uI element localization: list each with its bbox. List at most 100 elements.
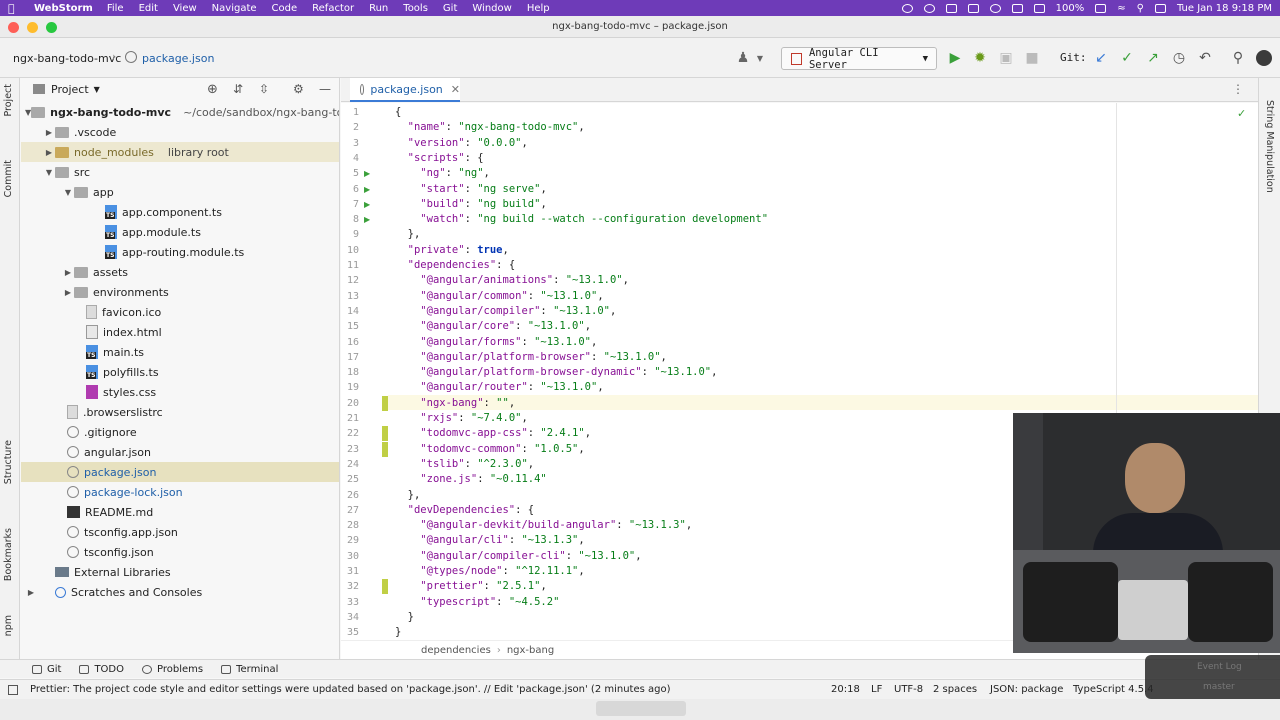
- tree-item-file[interactable]: app.module.ts: [21, 222, 339, 242]
- line-number[interactable]: 26: [341, 488, 359, 503]
- line-number[interactable]: 8: [341, 212, 359, 227]
- chevron-right-icon[interactable]: ▶: [62, 288, 74, 297]
- line-number[interactable]: 1: [341, 105, 359, 120]
- run-configuration-select[interactable]: Angular CLI Server ▼: [781, 47, 937, 71]
- search-icon[interactable]: ⚲: [1137, 3, 1144, 14]
- line-number[interactable]: 15: [341, 319, 359, 334]
- tree-item-file[interactable]: tsconfig.json: [21, 542, 339, 562]
- menu-view[interactable]: View: [173, 3, 197, 14]
- menu-code[interactable]: Code: [272, 3, 298, 14]
- expand-all-icon[interactable]: ⇵: [233, 82, 243, 96]
- menu-edit[interactable]: Edit: [139, 3, 158, 14]
- tree-item-file[interactable]: main.ts: [21, 342, 339, 362]
- run-script-icon[interactable]: ▶: [364, 215, 370, 224]
- project-view-select[interactable]: Project: [51, 83, 89, 96]
- line-number[interactable]: 33: [341, 595, 359, 610]
- battery-icon[interactable]: [1095, 3, 1107, 13]
- structure-tool-tab[interactable]: Structure: [3, 440, 14, 484]
- event-log-label[interactable]: Event Log: [1197, 662, 1242, 672]
- line-number[interactable]: 25: [341, 472, 359, 487]
- bookmarks-tool-tab[interactable]: Bookmarks: [3, 528, 14, 581]
- breadcrumb-dependencies[interactable]: dependencies: [421, 645, 491, 656]
- line-number[interactable]: 5: [341, 166, 359, 181]
- line-number[interactable]: 28: [341, 518, 359, 533]
- change-marker[interactable]: [382, 426, 388, 442]
- npm-tool-tab[interactable]: npm: [3, 615, 14, 636]
- stop-icon[interactable]: ■: [1024, 50, 1040, 66]
- gear-icon[interactable]: ⚙: [293, 82, 304, 96]
- breadcrumb-file[interactable]: package.json: [142, 52, 214, 65]
- indent-setting[interactable]: 2 spaces: [933, 684, 977, 695]
- dock-apps[interactable]: [596, 701, 686, 716]
- git-branch-label[interactable]: master: [1203, 682, 1235, 692]
- file-encoding[interactable]: UTF-8: [894, 684, 923, 695]
- line-number[interactable]: 27: [341, 503, 359, 518]
- line-number[interactable]: 3: [341, 136, 359, 151]
- menu-refactor[interactable]: Refactor: [312, 3, 354, 14]
- tree-item-file[interactable]: index.html: [21, 322, 339, 342]
- chevron-down-icon[interactable]: ▼: [94, 85, 100, 94]
- search-everywhere-icon[interactable]: ⚲: [1230, 50, 1246, 66]
- breadcrumb-ngx-bang[interactable]: ngx-bang: [507, 645, 554, 656]
- run-script-icon[interactable]: ▶: [364, 185, 370, 194]
- line-number[interactable]: 23: [341, 442, 359, 457]
- commit-tool-tab[interactable]: Commit: [3, 160, 14, 197]
- line-number[interactable]: 6: [341, 182, 359, 197]
- chevron-down-icon[interactable]: ▼: [752, 50, 768, 66]
- menu-tools[interactable]: Tools: [403, 3, 428, 14]
- push-icon[interactable]: ↗: [1145, 50, 1161, 66]
- more-options-icon[interactable]: ⋮: [1232, 82, 1244, 96]
- flag-icon[interactable]: [1033, 3, 1045, 13]
- change-marker[interactable]: [382, 395, 388, 411]
- line-number[interactable]: 30: [341, 549, 359, 564]
- panel-toggle-icon[interactable]: [8, 684, 18, 695]
- tree-item-vscode[interactable]: ▶ .vscode: [21, 122, 339, 142]
- chevron-right-icon[interactable]: ▶: [43, 148, 55, 157]
- line-number[interactable]: 34: [341, 610, 359, 625]
- no-problems-icon[interactable]: ✓: [1237, 107, 1246, 120]
- account-avatar[interactable]: [1256, 50, 1272, 66]
- collapse-all-icon[interactable]: ⇳: [259, 82, 269, 96]
- line-number[interactable]: 18: [341, 365, 359, 380]
- run-icon[interactable]: ▶: [947, 50, 963, 66]
- breadcrumb-project[interactable]: ngx-bang-todo-mvc: [13, 52, 121, 65]
- line-number[interactable]: 22: [341, 426, 359, 441]
- line-number[interactable]: 14: [341, 304, 359, 319]
- status-message[interactable]: Prettier: The project code style and edi…: [30, 684, 671, 695]
- control-center-icon[interactable]: [1154, 3, 1166, 13]
- tree-item-external-libraries[interactable]: External Libraries: [21, 562, 339, 582]
- history-icon[interactable]: ◷: [1171, 50, 1187, 66]
- hide-icon[interactable]: —: [319, 82, 331, 96]
- line-number[interactable]: 16: [341, 335, 359, 350]
- line-number[interactable]: 29: [341, 533, 359, 548]
- run-script-icon[interactable]: ▶: [364, 200, 370, 209]
- wifi-icon[interactable]: ≈: [1117, 3, 1125, 14]
- chevron-right-icon[interactable]: ▶: [62, 268, 74, 277]
- line-number[interactable]: 32: [341, 579, 359, 594]
- user-icon[interactable]: ♟: [735, 50, 751, 66]
- tab-package-json[interactable]: package.json ✕: [350, 78, 460, 102]
- tree-item-file[interactable]: tsconfig.app.json: [21, 522, 339, 542]
- line-number[interactable]: 24: [341, 457, 359, 472]
- string-manipulation-tool-tab[interactable]: String Manipulation: [1264, 100, 1275, 193]
- menu-git[interactable]: Git: [443, 3, 457, 14]
- line-number[interactable]: 13: [341, 289, 359, 304]
- change-marker[interactable]: [382, 579, 388, 595]
- line-number[interactable]: 19: [341, 380, 359, 395]
- tree-item-file-selected[interactable]: package.json: [21, 462, 339, 482]
- tree-item-file[interactable]: app.component.ts: [21, 202, 339, 222]
- tree-item-file[interactable]: favicon.ico: [21, 302, 339, 322]
- tree-item-app[interactable]: ▼ app: [21, 182, 339, 202]
- change-marker[interactable]: [382, 441, 388, 457]
- tree-item-environments[interactable]: ▶ environments: [21, 282, 339, 302]
- apple-menu-icon[interactable]: : [8, 2, 22, 15]
- tree-item-file[interactable]: app-routing.module.ts: [21, 242, 339, 262]
- project-tool-tab[interactable]: Project: [3, 84, 14, 117]
- line-number[interactable]: 17: [341, 350, 359, 365]
- cloud-icon[interactable]: [989, 3, 1001, 13]
- tree-item-scratches[interactable]: ▶ Scratches and Consoles: [21, 582, 339, 602]
- line-number[interactable]: 21: [341, 411, 359, 426]
- todo-tool-tab[interactable]: TODO: [79, 664, 124, 675]
- tree-item-node-modules[interactable]: ▶ node_modules library root: [21, 142, 339, 162]
- chevron-right-icon[interactable]: ▶: [43, 128, 55, 137]
